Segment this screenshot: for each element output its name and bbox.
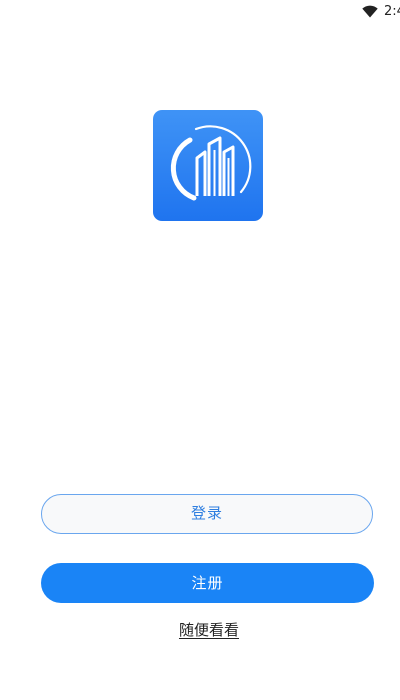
status-bar: 2:4 [0,0,400,24]
status-time: 2:4 [384,4,400,19]
register-button[interactable]: 注册 [41,563,374,603]
browse-as-guest-link[interactable]: 随便看看 [0,619,400,641]
city-buildings-logo-icon [170,125,252,201]
login-button[interactable]: 登录 [41,494,373,534]
wifi-icon [362,5,378,18]
app-logo [153,110,263,221]
